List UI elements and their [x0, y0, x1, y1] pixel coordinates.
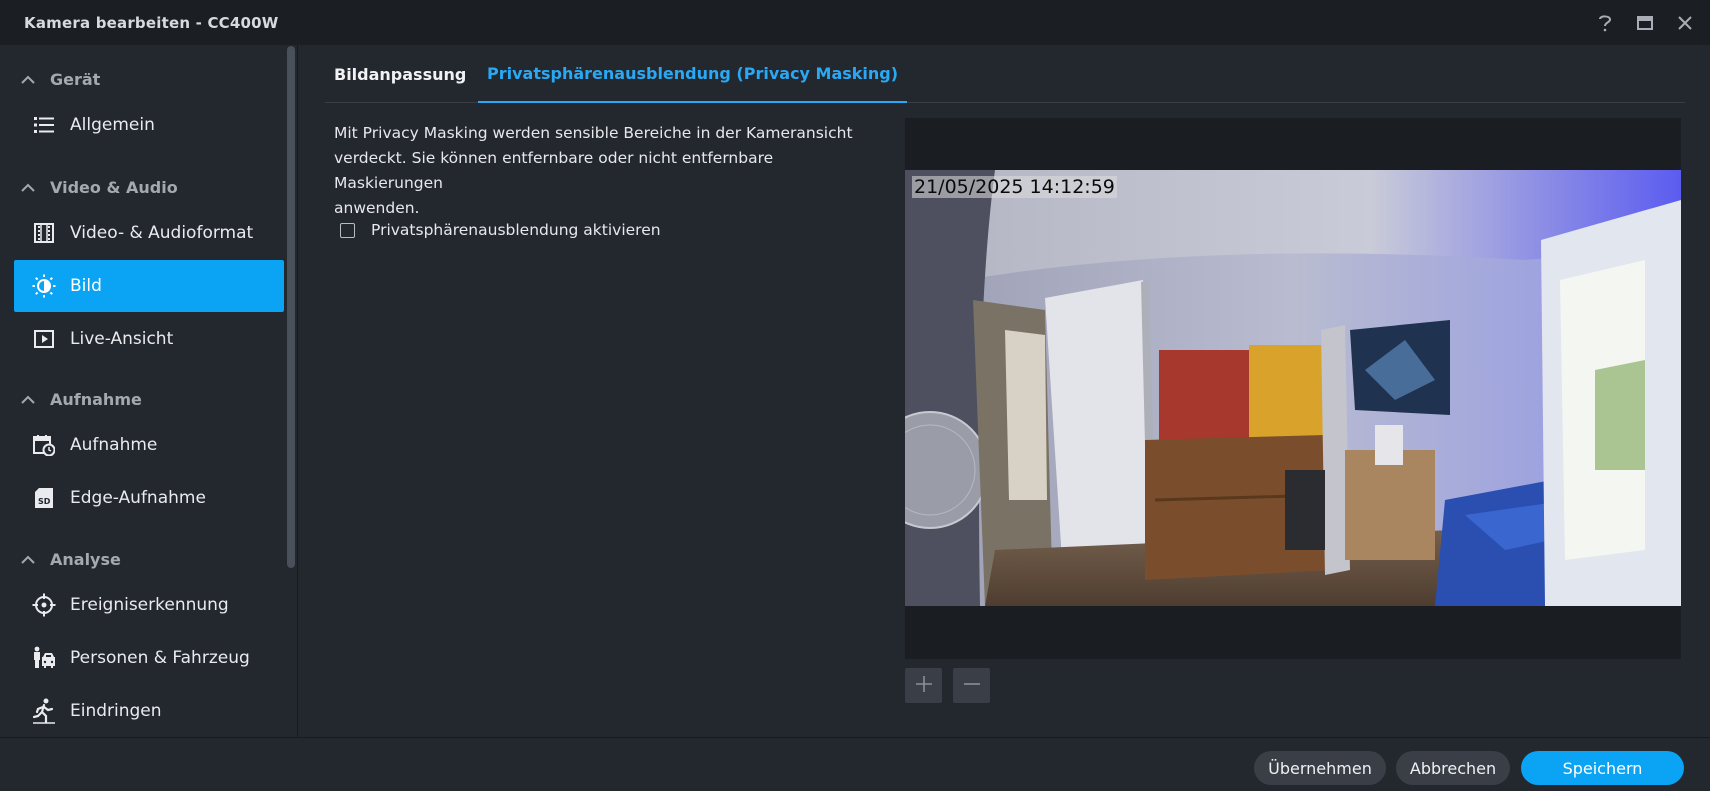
- calendar-clock-icon: [32, 433, 56, 457]
- apply-button-label: Übernehmen: [1268, 758, 1372, 778]
- svg-text:SD: SD: [38, 497, 51, 506]
- sidebar-item-ereigniserkennung[interactable]: Ereigniserkennung: [14, 579, 284, 631]
- section-label: Analyse: [50, 549, 121, 569]
- description-line: Mit Privacy Masking werden sensible Bere…: [334, 124, 853, 142]
- sidebar-item-personen-fahrzeug[interactable]: Personen & Fahrzeug: [14, 632, 284, 684]
- sidebar-item-eindringen[interactable]: Eindringen: [14, 685, 284, 737]
- minus-icon: [963, 675, 981, 697]
- camera-timestamp: 21/05/2025 14:12:59: [912, 176, 1117, 198]
- sidebar-item-label: Edge-Aufnahme: [70, 488, 206, 508]
- chevron-up-icon: [20, 71, 36, 87]
- mask-controls: [905, 668, 990, 703]
- cancel-button[interactable]: Abbrechen: [1396, 751, 1510, 785]
- tab-label: Privatsphärenausblendung (Privacy Maskin…: [487, 63, 899, 83]
- tab-bar: Bildanpassung Privatsphärenausblendung (…: [325, 45, 1685, 103]
- section-label: Gerät: [50, 69, 101, 89]
- chevron-up-icon: [20, 391, 36, 407]
- person-car-icon: [32, 646, 56, 670]
- remove-mask-button[interactable]: [953, 668, 990, 703]
- description-line: verdeckt. Sie können entfernbare oder ni…: [334, 149, 774, 192]
- crosshair-icon: [32, 593, 56, 617]
- list-icon: [32, 113, 56, 137]
- section-aufnahme[interactable]: Aufnahme: [20, 384, 142, 414]
- sidebar-item-label: Video- & Audioformat: [70, 223, 254, 243]
- apply-button[interactable]: Übernehmen: [1254, 751, 1386, 785]
- sidebar-item-label: Allgemein: [70, 115, 155, 135]
- camera-image[interactable]: 21/05/2025 14:12:59: [905, 170, 1681, 606]
- sidebar-item-edge-aufnahme[interactable]: SD Edge-Aufnahme: [14, 472, 284, 524]
- save-button[interactable]: Speichern: [1521, 751, 1684, 785]
- sidebar-scrollbar[interactable]: [287, 45, 295, 568]
- film-icon: [32, 221, 56, 245]
- sidebar-item-label: Eindringen: [70, 701, 162, 721]
- section-geraet[interactable]: Gerät: [20, 64, 100, 94]
- sidebar-item-label: Aufnahme: [70, 435, 158, 455]
- tab-privacy-masking[interactable]: Privatsphärenausblendung (Privacy Maskin…: [478, 45, 908, 103]
- tab-label: Bildanpassung: [334, 64, 467, 84]
- add-mask-button[interactable]: [905, 668, 942, 703]
- sd-card-icon: SD: [32, 486, 56, 510]
- sidebar-item-bild[interactable]: Bild: [14, 260, 284, 312]
- privacy-enable-label: Privatsphärenausblendung aktivieren: [371, 221, 661, 239]
- sidebar-item-allgemein[interactable]: Allgemein: [14, 99, 284, 151]
- save-button-label: Speichern: [1562, 758, 1643, 778]
- privacy-description: Mit Privacy Masking werden sensible Bere…: [334, 121, 874, 221]
- close-icon[interactable]: [1674, 12, 1696, 34]
- sidebar-item-label: Ereigniserkennung: [70, 595, 229, 615]
- sidebar-item-live-ansicht[interactable]: Live-Ansicht: [14, 313, 284, 365]
- section-analyse[interactable]: Analyse: [20, 544, 121, 574]
- cancel-button-label: Abbrechen: [1409, 758, 1497, 778]
- play-square-icon: [32, 327, 56, 351]
- section-label: Video & Audio: [50, 177, 178, 197]
- title-bar: Kamera bearbeiten - CC400W: [0, 0, 1710, 45]
- window-title: Kamera bearbeiten - CC400W: [24, 13, 279, 32]
- brightness-icon: [32, 274, 56, 298]
- dialog-footer: Übernehmen Abbrechen Speichern: [0, 737, 1710, 791]
- sidebar-item-label: Personen & Fahrzeug: [70, 648, 250, 668]
- chevron-up-icon: [20, 551, 36, 567]
- sidebar-item-video-audioformat[interactable]: Video- & Audioformat: [14, 207, 284, 259]
- chevron-up-icon: [20, 179, 36, 195]
- person-running-icon: [32, 698, 56, 724]
- tab-bildanpassung[interactable]: Bildanpassung: [334, 45, 466, 103]
- section-label: Aufnahme: [50, 389, 142, 409]
- plus-icon: [915, 675, 933, 697]
- help-icon[interactable]: [1594, 12, 1616, 34]
- privacy-enable-row[interactable]: Privatsphärenausblendung aktivieren: [340, 218, 661, 242]
- sidebar: Gerät Allgemein Video & Audio Video- & A…: [0, 45, 298, 737]
- sidebar-item-label: Live-Ansicht: [70, 329, 174, 349]
- window-controls: [1594, 0, 1696, 45]
- maximize-icon[interactable]: [1634, 12, 1656, 34]
- section-video-audio[interactable]: Video & Audio: [20, 172, 178, 202]
- privacy-enable-checkbox[interactable]: [340, 222, 355, 238]
- camera-preview: 21/05/2025 14:12:59: [905, 118, 1681, 659]
- sidebar-item-aufnahme[interactable]: Aufnahme: [14, 419, 284, 471]
- sidebar-item-label: Bild: [70, 276, 102, 296]
